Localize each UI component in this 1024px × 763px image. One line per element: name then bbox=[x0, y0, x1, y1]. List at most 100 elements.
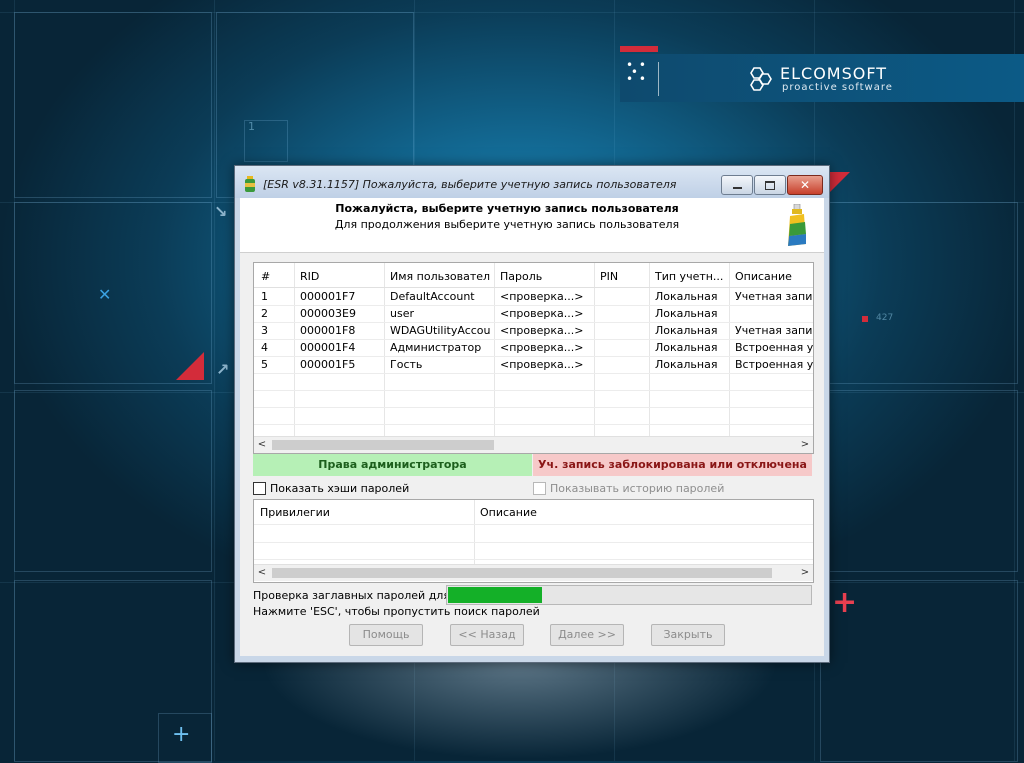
table-row[interactable]: 5 000001F5 Гость <проверка...> Локальная… bbox=[254, 356, 813, 374]
window-title: [ESR v8.31.1157] Пожалуйста, выберите уч… bbox=[263, 178, 677, 191]
account-locked-legend: Уч. запись заблокирована или отключена bbox=[533, 454, 812, 476]
column-header-privileges[interactable]: Привилегии bbox=[260, 502, 460, 524]
banner-accent bbox=[620, 46, 658, 52]
column-header-pin[interactable]: PIN bbox=[600, 267, 645, 287]
bg-cell bbox=[14, 12, 212, 198]
cell-username: Гость bbox=[390, 358, 423, 371]
table-row[interactable]: 2 000003E9 user <проверка...> Локальная bbox=[254, 305, 813, 323]
header-title: Пожалуйста, выберите учетную запись поль… bbox=[335, 202, 679, 215]
close-window-button[interactable]: ✕ bbox=[787, 175, 823, 195]
column-header-rid[interactable]: RID bbox=[300, 267, 380, 287]
scroll-left-button[interactable]: < bbox=[254, 437, 270, 453]
close-icon: ✕ bbox=[799, 178, 811, 192]
cell-number: 3 bbox=[261, 324, 268, 337]
cell-pin bbox=[600, 356, 645, 373]
empty-row bbox=[254, 373, 813, 391]
cell-pin bbox=[600, 305, 645, 322]
cell-account-type: Локальная bbox=[655, 358, 718, 371]
bg-plus-icon: + bbox=[832, 585, 858, 620]
empty-row bbox=[254, 525, 813, 543]
bg-red-triangle bbox=[828, 172, 850, 194]
accounts-horizontal-scrollbar[interactable]: < > bbox=[254, 436, 813, 453]
cell-username: Администратор bbox=[390, 341, 482, 354]
scroll-thumb[interactable] bbox=[272, 568, 772, 578]
scroll-left-button[interactable]: < bbox=[254, 565, 270, 581]
cell-account-type: Локальная bbox=[655, 324, 718, 337]
cell-account-type: Локальная bbox=[655, 341, 718, 354]
column-header-number[interactable]: # bbox=[261, 267, 291, 287]
cell-number: 2 bbox=[261, 307, 268, 320]
column-header-description[interactable]: Описание bbox=[480, 502, 780, 524]
progress-fill bbox=[448, 587, 542, 603]
cell-password: <проверка...> bbox=[500, 341, 584, 354]
empty-row bbox=[254, 390, 813, 408]
maximize-button[interactable] bbox=[754, 175, 786, 195]
minimize-button[interactable] bbox=[721, 175, 753, 195]
bg-red-square bbox=[862, 316, 868, 322]
minimize-icon bbox=[732, 187, 742, 189]
help-button[interactable]: Помощь bbox=[349, 624, 423, 646]
cell-description: Встроенная уч bbox=[735, 358, 813, 371]
bg-cell bbox=[820, 202, 1018, 384]
column-header-account-type[interactable]: Тип учетн... bbox=[655, 267, 725, 287]
cell-rid: 000001F7 bbox=[300, 290, 356, 303]
cell-description: Встроенная уч bbox=[735, 341, 813, 354]
empty-row bbox=[254, 407, 813, 425]
dialog-client: Пожалуйста, выберите учетную запись поль… bbox=[240, 198, 824, 656]
close-button[interactable]: Закрыть bbox=[651, 624, 725, 646]
table-row[interactable]: 3 000001F8 WDAGUtilityAccount <проверка.… bbox=[254, 322, 813, 340]
cell-account-type: Локальная bbox=[655, 307, 718, 320]
privileges-table[interactable]: Привилегии Описание < > bbox=[253, 499, 814, 583]
column-header-description[interactable]: Описание bbox=[735, 267, 813, 287]
bg-arrow-icon: ↗ bbox=[216, 360, 230, 379]
bg-red-triangle bbox=[176, 352, 204, 380]
scroll-thumb[interactable] bbox=[272, 440, 494, 450]
privileges-horizontal-scrollbar[interactable]: < > bbox=[254, 564, 813, 581]
next-button[interactable]: Далее >> bbox=[550, 624, 624, 646]
cell-pin bbox=[600, 288, 645, 305]
cell-rid: 000001F5 bbox=[300, 358, 356, 371]
cell-description: Учетная запис bbox=[735, 324, 813, 337]
cell-number: 4 bbox=[261, 341, 268, 354]
checkbox-box[interactable] bbox=[533, 481, 546, 495]
banner-title: ELCOMSOFT bbox=[780, 64, 888, 83]
cell-password: <проверка...> bbox=[500, 307, 584, 320]
dialog-header: Пожалуйста, выберите учетную запись поль… bbox=[240, 198, 824, 253]
cell-pin bbox=[600, 339, 645, 356]
cell-password: <проверка...> bbox=[500, 358, 584, 371]
accounts-table[interactable]: # RID Имя пользователя Пароль PIN Тип уч… bbox=[253, 262, 814, 454]
bg-number: 427 bbox=[876, 313, 894, 323]
cell-rid: 000001F4 bbox=[300, 341, 356, 354]
esc-hint-text: Нажмите 'ESC', чтобы пропустить поиск па… bbox=[253, 605, 540, 618]
account-select-dialog: [ESR v8.31.1157] Пожалуйста, выберите уч… bbox=[234, 165, 830, 663]
app-icon bbox=[245, 176, 255, 192]
scroll-right-button[interactable]: > bbox=[797, 565, 813, 581]
scroll-right-button[interactable]: > bbox=[797, 437, 813, 453]
bg-cell bbox=[820, 390, 1018, 572]
cell-rid: 000001F8 bbox=[300, 324, 356, 337]
status-text: Проверка заглавных паролей для NT bbox=[253, 589, 469, 602]
cell-description: Учетная запис bbox=[735, 290, 813, 303]
title-bar[interactable]: [ESR v8.31.1157] Пожалуйста, выберите уч… bbox=[235, 166, 829, 198]
cell-username: DefaultAccount bbox=[390, 290, 475, 303]
bg-arrow-icon: ↘ bbox=[214, 202, 228, 221]
bg-cross-icon: ✕ bbox=[98, 285, 112, 304]
show-history-checkbox[interactable]: Показывать историю паролей bbox=[533, 480, 724, 496]
progress-bar bbox=[446, 585, 812, 605]
bg-plus-icon: + bbox=[172, 722, 191, 747]
back-button[interactable]: << Назад bbox=[450, 624, 524, 646]
cell-number: 5 bbox=[261, 358, 268, 371]
column-header-username[interactable]: Имя пользователя bbox=[390, 267, 490, 287]
show-hashes-checkbox[interactable]: Показать хэши паролей bbox=[253, 480, 409, 496]
table-row[interactable]: 4 000001F4 Администратор <проверка...> Л… bbox=[254, 339, 813, 357]
cell-password: <проверка...> bbox=[500, 290, 584, 303]
empty-row bbox=[254, 542, 813, 560]
maximize-icon bbox=[765, 180, 775, 190]
table-row[interactable]: 1 000001F7 DefaultAccount <проверка...> … bbox=[254, 288, 813, 306]
bg-number: 1 bbox=[248, 120, 255, 133]
cell-password: <проверка...> bbox=[500, 324, 584, 337]
checkbox-box[interactable] bbox=[253, 481, 266, 495]
cell-number: 1 bbox=[261, 290, 268, 303]
column-header-password[interactable]: Пароль bbox=[500, 267, 590, 287]
show-hashes-label: Показать хэши паролей bbox=[270, 481, 410, 495]
